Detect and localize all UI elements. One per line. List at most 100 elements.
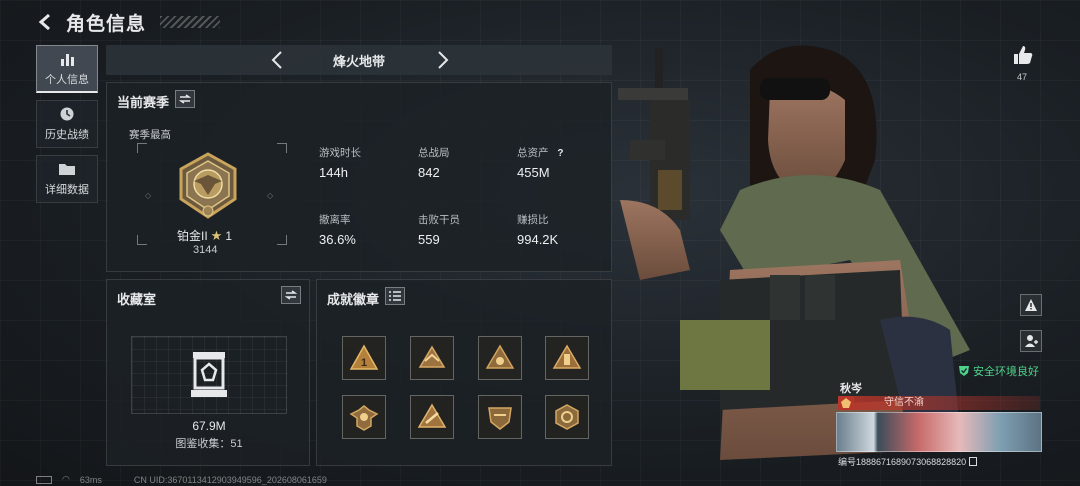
arrow-badge-icon bbox=[417, 403, 447, 428]
stat-key: 游戏时长 bbox=[319, 147, 361, 159]
switch-season-button[interactable] bbox=[175, 90, 195, 108]
collection-title: 收藏室 bbox=[117, 292, 157, 307]
achievement-badge[interactable] bbox=[410, 395, 454, 439]
stat-total-matches: 总战局 842 bbox=[418, 145, 450, 180]
stat-extract-rate: 撤离率 36.6% bbox=[319, 212, 356, 247]
stat-value: 144h bbox=[319, 165, 348, 180]
achievement-badge[interactable] bbox=[342, 395, 386, 439]
achievement-badge[interactable] bbox=[478, 336, 522, 380]
achievement-badge[interactable] bbox=[545, 395, 589, 439]
title-hatch-decoration bbox=[160, 16, 221, 28]
footer-status: ◠ 63ms CN UID:3670113412903949596_202608… bbox=[36, 474, 327, 485]
clock-icon bbox=[60, 107, 74, 121]
season-panel: 当前赛季 赛季最高 ◇ ◇ 铂金II ★ 1 3144 游戏时长 144h 总战… bbox=[106, 82, 612, 272]
tower-badge-icon bbox=[552, 344, 582, 369]
stat-key: 撤离率 bbox=[319, 214, 351, 226]
prev-mode-button[interactable] bbox=[266, 49, 288, 71]
security-status: 安全环境良好 bbox=[958, 363, 1039, 379]
collection-count: 图鉴收集：51 bbox=[175, 438, 243, 450]
list-icon bbox=[389, 291, 401, 301]
like-count: 47 bbox=[1017, 72, 1028, 82]
stat-value: 455M bbox=[517, 165, 550, 180]
thumbs-up-icon bbox=[1014, 46, 1033, 64]
stat-profit-ratio: 赚损比 994.2K bbox=[517, 212, 558, 247]
achievement-badge[interactable]: 1 bbox=[342, 336, 386, 380]
swap-icon bbox=[285, 290, 297, 300]
folder-icon bbox=[59, 164, 75, 175]
stat-play-time: 游戏时长 144h bbox=[319, 145, 361, 180]
security-status-text: 安全环境良好 bbox=[973, 366, 1039, 378]
sidebar-item-personal-info[interactable]: 个人信息 bbox=[36, 45, 98, 93]
player-banner-image bbox=[836, 412, 1042, 452]
rank-name: 铂金II bbox=[177, 229, 208, 243]
tag-emblem-icon bbox=[838, 396, 854, 410]
sidebar-item-history[interactable]: 历史战绩 bbox=[36, 100, 98, 148]
player-id-row: 编号1888671689073068828820 bbox=[838, 455, 978, 468]
help-icon[interactable]: ? bbox=[557, 148, 563, 159]
stat-key: 赚损比 bbox=[517, 214, 549, 226]
shield-badge-icon bbox=[488, 407, 512, 430]
achievement-badge[interactable] bbox=[545, 336, 589, 380]
sidebar-item-label: 历史战绩 bbox=[45, 129, 89, 141]
hexagon-badge-icon bbox=[555, 404, 579, 430]
achievement-badge[interactable] bbox=[478, 395, 522, 439]
player-name: 秋岑 bbox=[840, 383, 862, 395]
stat-total-assets: 总资产 ? 455M bbox=[517, 145, 564, 180]
frame-corner bbox=[137, 235, 147, 245]
copy-icon[interactable] bbox=[969, 457, 978, 466]
like-button[interactable] bbox=[1012, 44, 1036, 68]
player-id: 编号1888671689073068828820 bbox=[838, 457, 967, 467]
stat-value: 559 bbox=[418, 232, 440, 247]
frame-dot: ◇ bbox=[267, 191, 274, 200]
achievement-panel: 成就徽章 1 bbox=[316, 279, 612, 466]
achievement-title: 成就徽章 bbox=[327, 292, 380, 307]
collection-panel[interactable]: 收藏室 67.9M 图鉴收集：51 bbox=[106, 279, 310, 466]
stat-value: 842 bbox=[418, 165, 440, 180]
frame-corner bbox=[277, 235, 287, 245]
sidebar: 个人信息 历史战绩 详细数据 bbox=[36, 45, 98, 210]
page-title: 角色信息 bbox=[66, 13, 147, 35]
player-tag-bar: 守信不渝 bbox=[838, 396, 1040, 410]
triangle-badge-icon: 1 bbox=[349, 344, 379, 370]
swap-icon bbox=[179, 94, 191, 104]
sidebar-item-label: 详细数据 bbox=[45, 184, 89, 196]
stat-key-text: 总资产 bbox=[517, 147, 549, 159]
stat-value: 994.2K bbox=[517, 232, 559, 247]
back-arrow-icon[interactable] bbox=[36, 12, 56, 32]
shield-check-icon bbox=[959, 366, 969, 376]
rank-name-row: 铂金II ★ 1 bbox=[177, 227, 232, 244]
crest-badge-icon bbox=[485, 344, 515, 369]
sidebar-item-details[interactable]: 详细数据 bbox=[36, 155, 98, 203]
stat-kills: 击败干员 559 bbox=[418, 212, 460, 247]
season-best-label: 赛季最高 bbox=[129, 129, 171, 141]
player-tag: 守信不渝 bbox=[854, 396, 1040, 410]
page-header: 角色信息 bbox=[36, 8, 221, 36]
battery-icon bbox=[36, 475, 52, 484]
stat-key: 总战局 bbox=[418, 147, 450, 159]
mode-label: 烽火地带 bbox=[332, 53, 385, 69]
season-title: 当前赛季 bbox=[117, 95, 170, 110]
svg-text:1: 1 bbox=[361, 357, 367, 369]
report-button[interactable] bbox=[1020, 294, 1042, 316]
winged-badge-icon bbox=[349, 405, 379, 431]
uid-text: CN UID:3670113412903949596_202608061659 bbox=[133, 474, 327, 485]
stat-key: 击败干员 bbox=[418, 214, 460, 226]
rank-stars: 1 bbox=[225, 228, 233, 243]
stat-value: 36.6% bbox=[319, 232, 356, 247]
add-friend-button[interactable] bbox=[1020, 330, 1042, 352]
rank-emblem-icon bbox=[179, 152, 237, 219]
warning-icon bbox=[1025, 299, 1037, 311]
achievement-list-button[interactable] bbox=[385, 287, 405, 305]
next-mode-button[interactable] bbox=[432, 49, 454, 71]
collection-value: 67.9M bbox=[192, 419, 226, 433]
mode-selector: 烽火地带 bbox=[106, 45, 612, 75]
wifi-icon: ◠ bbox=[62, 474, 70, 484]
display-case-icon bbox=[191, 352, 227, 397]
achievement-badge[interactable] bbox=[410, 336, 454, 380]
rank-points: 3144 bbox=[193, 244, 218, 256]
star-icon: ★ bbox=[210, 227, 223, 243]
eagle-badge-icon bbox=[418, 345, 446, 368]
switch-collection-button[interactable] bbox=[281, 286, 301, 304]
frame-corner bbox=[137, 143, 147, 153]
stat-key: 总资产 ? bbox=[517, 145, 564, 160]
